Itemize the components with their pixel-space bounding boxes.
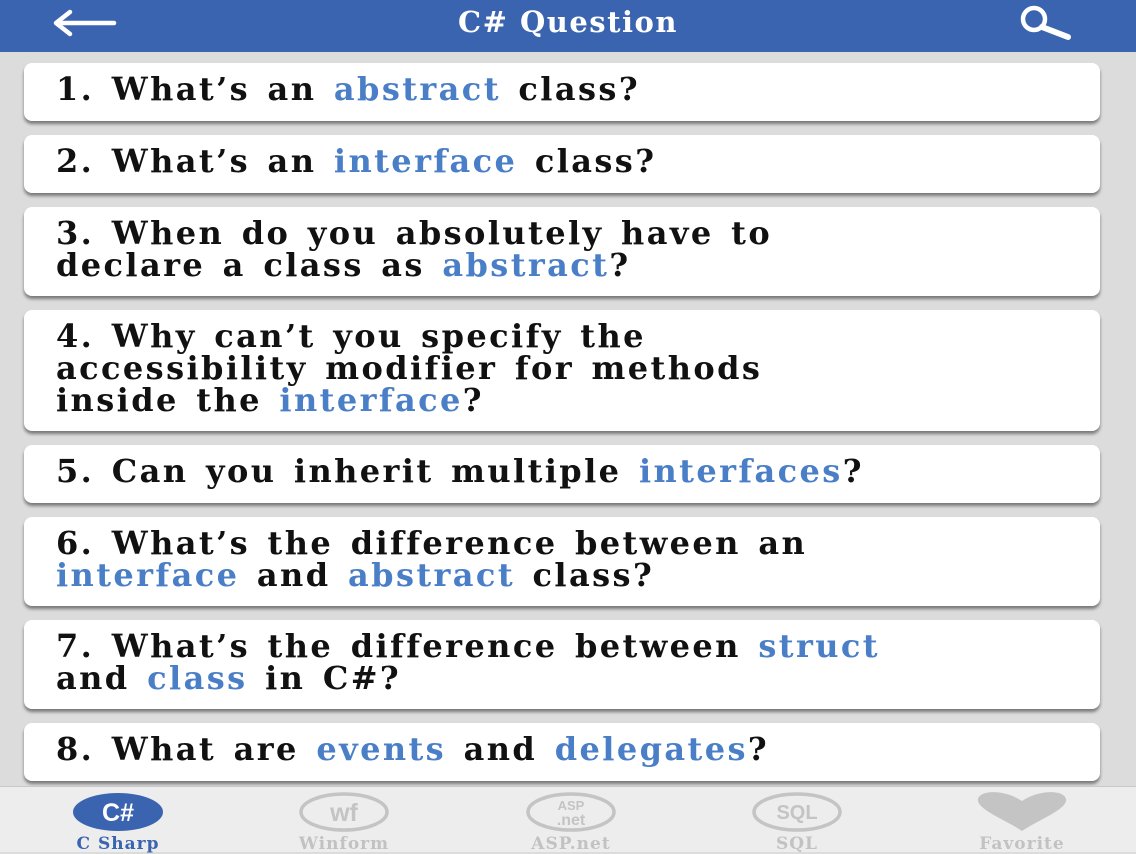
question-text: 3. When do you absolutely have to declare…	[56, 217, 1068, 281]
heart-icon	[977, 792, 1067, 831]
highlighted-keyword: events	[316, 730, 447, 768]
highlighted-keyword: interface	[279, 381, 463, 419]
question-text-segment: inside the	[56, 381, 280, 419]
question-text-segment: 8. What are	[56, 730, 317, 768]
question-text: 2. What’s an interface class?	[56, 145, 1068, 177]
question-text-segment: declare a class as	[56, 246, 443, 284]
question-line: inside the interface?	[56, 384, 1068, 416]
question-text-segment: in C#?	[247, 659, 402, 697]
aspnet-icon-text-bottom: .net	[557, 812, 586, 829]
sql-icon-text: SQL	[776, 802, 817, 824]
question-card[interactable]: 1. What’s an abstract class?	[24, 63, 1100, 121]
search-button[interactable]	[1008, 4, 1078, 44]
tab-label: Favorite	[979, 834, 1065, 854]
question-line: interface and abstract class?	[56, 559, 1068, 591]
highlighted-keyword: interface	[333, 142, 518, 180]
sql-icon: SQL	[752, 792, 842, 832]
csharp-icon: C#	[73, 793, 163, 831]
tab-bar: C# C Sharp wf Winform ASP .net ASP.net S…	[0, 786, 1136, 854]
question-text-segment: class?	[517, 142, 657, 180]
highlighted-keyword: abstract	[348, 556, 515, 594]
question-card[interactable]: 8. What are events and delegates?	[24, 723, 1100, 781]
question-text-segment: 2. What’s an	[56, 142, 334, 180]
question-card[interactable]: 4. Why can’t you specify the accessibilit…	[24, 310, 1100, 431]
question-card[interactable]: 7. What’s the difference between struct a…	[24, 620, 1100, 709]
highlighted-keyword: abstract	[442, 246, 610, 284]
question-line: and class in C#?	[56, 662, 1068, 694]
winform-icon-text: wf	[329, 799, 358, 827]
question-text: 5. Can you inherit multiple interfaces?	[56, 455, 1068, 487]
highlighted-keyword: interfaces	[638, 452, 843, 490]
question-text: 8. What are events and delegates?	[56, 733, 1068, 765]
question-text-segment: and	[56, 659, 148, 697]
tab-label: SQL	[775, 834, 819, 854]
question-line: 1. What’s an abstract class?	[56, 73, 1068, 105]
question-text: 1. What’s an abstract class?	[56, 73, 1068, 105]
question-text: 4. Why can’t you specify the accessibilit…	[56, 320, 1068, 416]
question-text-segment: class?	[515, 556, 655, 594]
tab-winform[interactable]: wf Winform	[264, 787, 424, 854]
question-text: 6. What’s the difference between an inter…	[56, 527, 1068, 591]
highlighted-keyword: abstract	[333, 70, 501, 108]
question-text-segment: ?	[609, 246, 631, 284]
highlighted-keyword: class	[147, 659, 248, 697]
question-text-segment: 5. Can you inherit multiple	[56, 452, 639, 490]
page-title: C# Question	[458, 5, 678, 39]
question-list[interactable]: 1. What’s an abstract class? 2. What’s a…	[0, 52, 1136, 786]
question-text-segment: and	[239, 556, 349, 594]
app-header: C# Question	[0, 0, 1136, 52]
question-text-segment: ?	[462, 381, 484, 419]
winform-icon: wf	[299, 792, 389, 832]
question-text-segment: ?	[842, 452, 864, 490]
tab-label: C Sharp	[76, 834, 160, 854]
question-line: 2. What’s an interface class?	[56, 145, 1068, 177]
question-text-segment: 1. What’s an	[56, 70, 334, 108]
highlighted-keyword: interface	[56, 556, 240, 594]
question-text-segment: class?	[500, 70, 640, 108]
question-text: 7. What’s the difference between struct a…	[56, 630, 1068, 694]
question-text-segment: ?	[747, 730, 770, 768]
question-card[interactable]: 3. When do you absolutely have to declare…	[24, 207, 1100, 296]
question-text-segment: and	[446, 730, 555, 768]
question-line: 7. What’s the difference between struct	[56, 630, 1068, 662]
csharp-icon-text: C#	[102, 799, 134, 827]
question-card[interactable]: 6. What’s the difference between an inter…	[24, 517, 1100, 606]
question-line: 4. Why can’t you specify the	[56, 320, 1068, 352]
tab-label: ASP.net	[531, 834, 611, 854]
question-line: 5. Can you inherit multiple interfaces?	[56, 455, 1068, 487]
highlighted-keyword: struct	[758, 627, 880, 665]
highlighted-keyword: delegates	[554, 730, 748, 768]
question-card[interactable]: 5. Can you inherit multiple interfaces?	[24, 445, 1100, 503]
tab-aspnet[interactable]: ASP .net ASP.net	[491, 787, 651, 854]
question-line: declare a class as abstract?	[56, 249, 1068, 281]
tab-sql[interactable]: SQL SQL	[717, 787, 877, 854]
tab-favorite[interactable]: Favorite	[942, 787, 1102, 854]
aspnet-icon-text-top: ASP	[558, 798, 585, 813]
question-line: 8. What are events and delegates?	[56, 733, 1068, 765]
aspnet-icon: ASP .net	[526, 792, 616, 832]
search-icon	[1020, 5, 1071, 40]
question-line: 6. What’s the difference between an	[56, 527, 1068, 559]
question-line: accessibility modifier for methods	[56, 352, 1068, 384]
tab-csharp[interactable]: C# C Sharp	[38, 787, 198, 854]
tab-label: Winform	[298, 834, 390, 854]
question-card[interactable]: 2. What’s an interface class?	[24, 135, 1100, 193]
question-line: 3. When do you absolutely have to	[56, 217, 1068, 249]
